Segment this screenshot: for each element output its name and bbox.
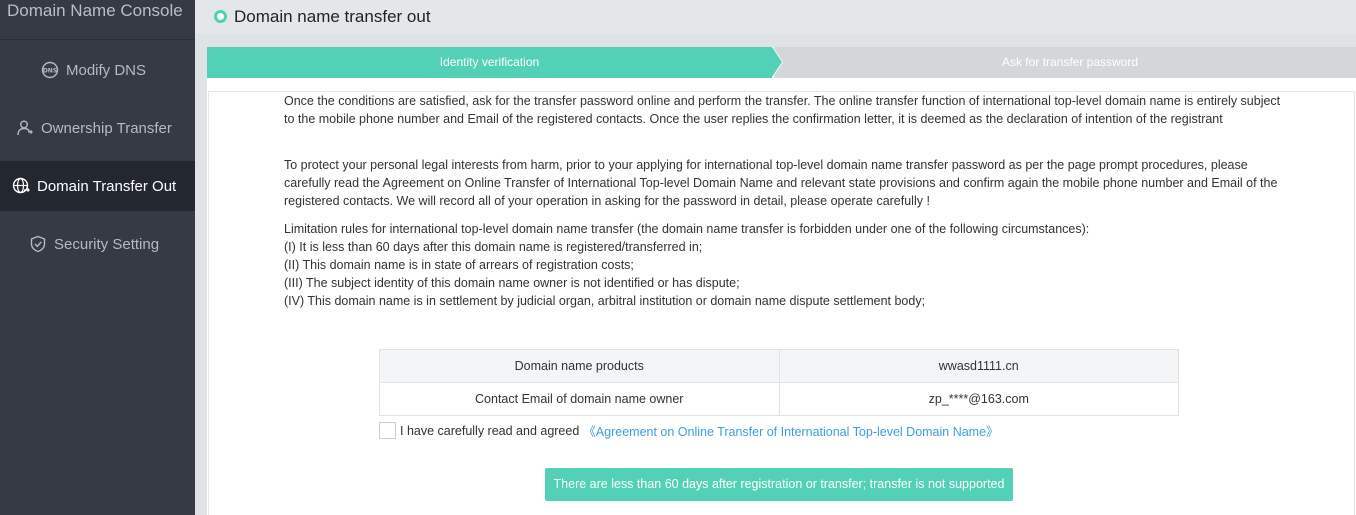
svg-text:DNS: DNS xyxy=(43,68,57,75)
step-progress: Identity verification Ask for transfer p… xyxy=(207,47,1356,78)
table-row: Contact Email of domain name owner zp_**… xyxy=(379,382,1179,416)
limitation-rules: Limitation rules for international top-l… xyxy=(284,220,1284,310)
table-cell-value: wwasd1111.cn xyxy=(778,349,1179,383)
step-identity-verification: Identity verification xyxy=(207,47,772,78)
rule-item: (II) This domain name is in state of arr… xyxy=(284,258,634,272)
submit-button[interactable]: There are less than 60 days after regist… xyxy=(545,468,1013,501)
circle-icon xyxy=(214,10,227,23)
step-ask-transfer-password: Ask for transfer password xyxy=(774,47,1356,78)
globe-icon xyxy=(12,177,30,195)
table-cell-value: zp_****@163.com xyxy=(778,382,1179,416)
agreement-row: I have carefully read and agreed 《Agreem… xyxy=(379,421,999,440)
sidebar-item-label: Domain Transfer Out xyxy=(37,177,177,195)
console-title: Domain Name Console xyxy=(0,0,195,40)
sidebar-item-security-setting[interactable]: Security Setting xyxy=(0,219,195,269)
sidebar-item-domain-transfer-out[interactable]: Domain Transfer Out xyxy=(0,161,195,211)
user-transfer-icon xyxy=(16,119,34,137)
sidebar-item-label: Security Setting xyxy=(54,235,160,253)
rule-item: (I) It is less than 60 days after this d… xyxy=(284,240,703,254)
intro-paragraph: Once the conditions are satisfied, ask f… xyxy=(284,94,1281,126)
sidebar-item-label: Modify DNS xyxy=(66,61,147,79)
sidebar-item-ownership-transfer[interactable]: Ownership Transfer xyxy=(0,103,195,153)
sidebar-item-modify-dns[interactable]: DNS Modify DNS xyxy=(0,45,195,95)
step-arrow xyxy=(772,47,782,77)
agreement-checkbox[interactable] xyxy=(379,422,396,439)
table-cell-label: Contact Email of domain name owner xyxy=(379,382,780,416)
limitation-title: Limitation rules for international top-l… xyxy=(284,222,1090,236)
content-area: Once the conditions are satisfied, ask f… xyxy=(208,91,1355,515)
table-row: Domain name products wwasd1111.cn xyxy=(379,349,1179,383)
page-header: Domain name transfer out xyxy=(195,0,1356,33)
table-cell-label: Domain name products xyxy=(379,349,780,383)
shield-check-icon xyxy=(29,235,47,253)
dns-icon: DNS xyxy=(41,61,59,79)
domain-info-table: Domain name products wwasd1111.cn Contac… xyxy=(379,349,1179,416)
main-panel: Identity verification Ask for transfer p… xyxy=(207,47,1356,515)
sidebar: Domain Name Console DNS Modify DNS Owner… xyxy=(0,0,195,515)
rule-item: (IV) This domain name is in settlement b… xyxy=(284,294,926,308)
page-title: Domain name transfer out xyxy=(234,6,431,26)
agreement-text: I have carefully read and agreed xyxy=(400,423,580,438)
agreement-link[interactable]: 《Agreement on Online Transfer of Interna… xyxy=(583,421,998,440)
sidebar-item-label: Ownership Transfer xyxy=(41,119,172,137)
rule-item: (III) The subject identity of this domai… xyxy=(284,276,740,290)
warning-paragraph: To protect your personal legal interests… xyxy=(284,158,1278,208)
